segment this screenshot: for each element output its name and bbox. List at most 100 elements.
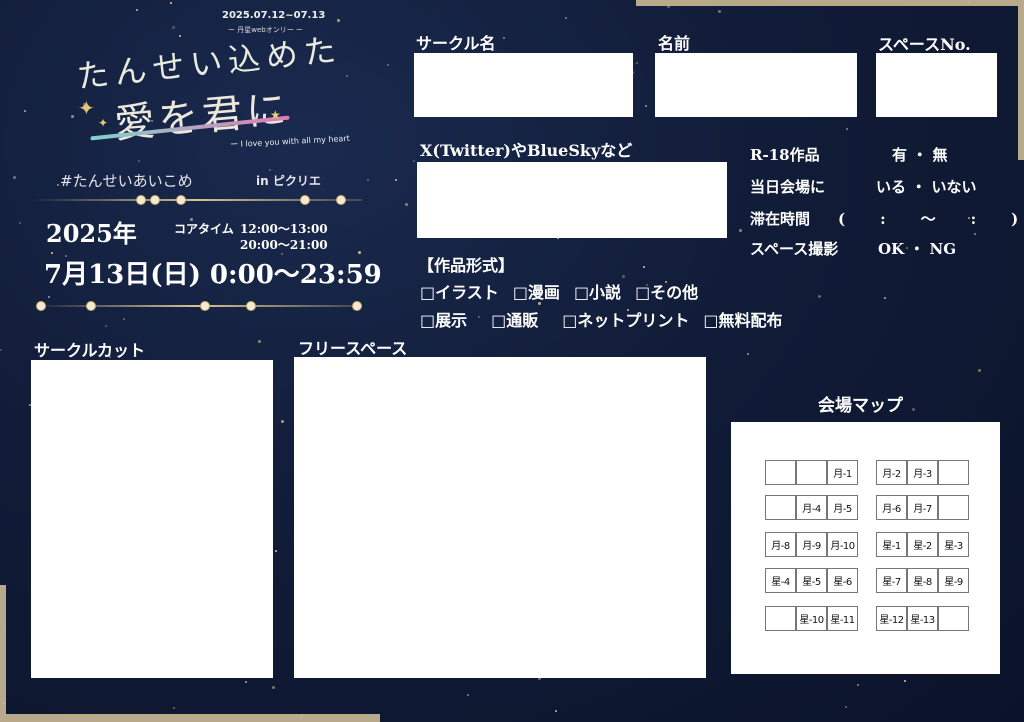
star-dot — [13, 176, 16, 179]
map-cell: 星-9 — [938, 568, 969, 593]
map-cell — [938, 460, 969, 485]
star-dot — [272, 686, 275, 689]
format-option[interactable]: □無料配布 — [703, 307, 782, 331]
map-cell: 星-3 — [938, 532, 969, 557]
circle-cut-label: サークルカット — [34, 341, 146, 360]
sparkle-small-icon: ✦ — [98, 116, 109, 130]
map-cell — [765, 606, 796, 631]
bead — [136, 195, 146, 205]
event-date: 7月13日(日) 0:00〜23:59 — [44, 260, 382, 290]
format-option[interactable]: □展示 — [420, 307, 467, 331]
logo-dates: 2025.07.12~07.13 — [222, 10, 326, 21]
format-option[interactable]: □漫画 — [513, 279, 560, 303]
format-option[interactable]: □小説 — [574, 279, 621, 303]
format-option[interactable]: □ネットプリント — [562, 307, 689, 331]
star-dot — [405, 203, 408, 206]
map-cell: 月-4 — [796, 495, 827, 520]
star-dot — [467, 694, 469, 696]
map-cell: 星-11 — [827, 606, 858, 631]
star-dot — [503, 37, 505, 39]
bead — [352, 301, 362, 311]
space-no-label: スペースNo. — [878, 35, 971, 54]
bead — [246, 301, 256, 311]
map-cell: 星-10 — [796, 606, 827, 631]
bead — [300, 195, 310, 205]
hashtag: #たんせいあいこめ — [60, 172, 193, 190]
bead-line-top — [32, 199, 362, 201]
free-space-label: フリースペース — [298, 339, 408, 358]
bead — [200, 301, 210, 311]
star-dot — [565, 17, 567, 19]
format-row-1: □イラスト □漫画 □小説 □その他 — [420, 279, 712, 303]
core-time-1: 12:00〜13:00 — [240, 222, 328, 236]
venue: in ピクリエ — [256, 174, 321, 188]
map-cell: 星-4 — [765, 568, 796, 593]
star-dot — [413, 160, 415, 162]
star-dot — [904, 680, 906, 682]
star-dot — [747, 353, 749, 355]
map-cell: 月-10 — [827, 532, 858, 557]
core-time-2: 20:00〜21:00 — [240, 238, 328, 252]
star-dot — [968, 1, 970, 3]
info-value[interactable]: OK ・ NG — [878, 238, 956, 259]
map-cell: 星-1 — [876, 532, 907, 557]
map-cell — [938, 495, 969, 520]
frame-right — [1018, 0, 1024, 160]
info-value[interactable]: 有 ・ 無 — [892, 144, 947, 165]
star-dot — [846, 128, 848, 130]
free-space-field[interactable] — [294, 357, 706, 678]
circle-name-field[interactable] — [414, 53, 633, 117]
star-dot — [818, 295, 821, 298]
info-key: 当日会場に — [750, 178, 826, 196]
format-option[interactable]: □その他 — [635, 279, 698, 303]
star-dot — [170, 2, 172, 4]
star-dot — [57, 184, 59, 186]
sns-field[interactable] — [417, 162, 727, 238]
bead — [86, 301, 96, 311]
name-label: 名前 — [658, 34, 691, 53]
logo: 2025.07.12~07.13 ー 丹星webオンリー ー たんせい込めた 愛… — [70, 8, 370, 168]
star-dot — [555, 710, 557, 712]
event-year: 2025年 — [46, 219, 137, 248]
star-dot — [645, 105, 647, 107]
map-cell: 月-6 — [876, 495, 907, 520]
star-icon: ★ — [270, 108, 281, 122]
sparkle-icon: ✦ — [78, 96, 95, 120]
format-option[interactable]: □イラスト — [420, 279, 499, 303]
map-cell: 星-7 — [876, 568, 907, 593]
map-cell — [765, 495, 796, 520]
star-dot — [19, 222, 21, 224]
space-no-field[interactable] — [876, 53, 997, 117]
map-cell — [765, 460, 796, 485]
map-cell: 月-5 — [827, 495, 858, 520]
star-dot — [978, 369, 981, 372]
format-row-2: □展示 □通販 □ネットプリント □無料配布 — [420, 307, 797, 331]
star-dot — [3, 702, 5, 704]
format-option[interactable]: □通販 — [491, 307, 538, 331]
circle-name-label: サークル名 — [416, 34, 496, 53]
star-dot — [300, 716, 303, 719]
star-dot — [105, 325, 107, 327]
map-cell: 月-7 — [907, 495, 938, 520]
venue-map: 月-1 月-2 月-3 月-4 月-5 月-6 月-7 月-8 月-9 月-10 星-1 星-2 星-3… — [731, 422, 1000, 674]
map-cell: 月-9 — [796, 532, 827, 557]
sns-label: X(Twitter)やBlueSkyなど — [420, 141, 633, 160]
star-dot — [0, 349, 2, 351]
info-value[interactable]: いる ・ いない — [876, 176, 976, 197]
name-field[interactable] — [655, 53, 857, 117]
map-cell: 星-2 — [907, 532, 938, 557]
star-dot — [258, 340, 261, 343]
circle-cut-field[interactable] — [31, 360, 273, 678]
map-cell: 星-13 — [907, 606, 938, 631]
map-cell: 月-1 — [827, 460, 858, 485]
map-cell: 星-5 — [796, 568, 827, 593]
info-value[interactable]: ( : 〜 : ) — [838, 208, 1024, 229]
map-cell: 月-2 — [876, 460, 907, 485]
star-dot — [24, 110, 26, 112]
core-time-label: コアタイム — [174, 222, 234, 236]
star-dot — [884, 297, 886, 299]
map-cell: 星-8 — [907, 568, 938, 593]
bead — [36, 301, 46, 311]
star-dot — [367, 179, 369, 181]
info-key: R-18作品 — [750, 146, 820, 164]
